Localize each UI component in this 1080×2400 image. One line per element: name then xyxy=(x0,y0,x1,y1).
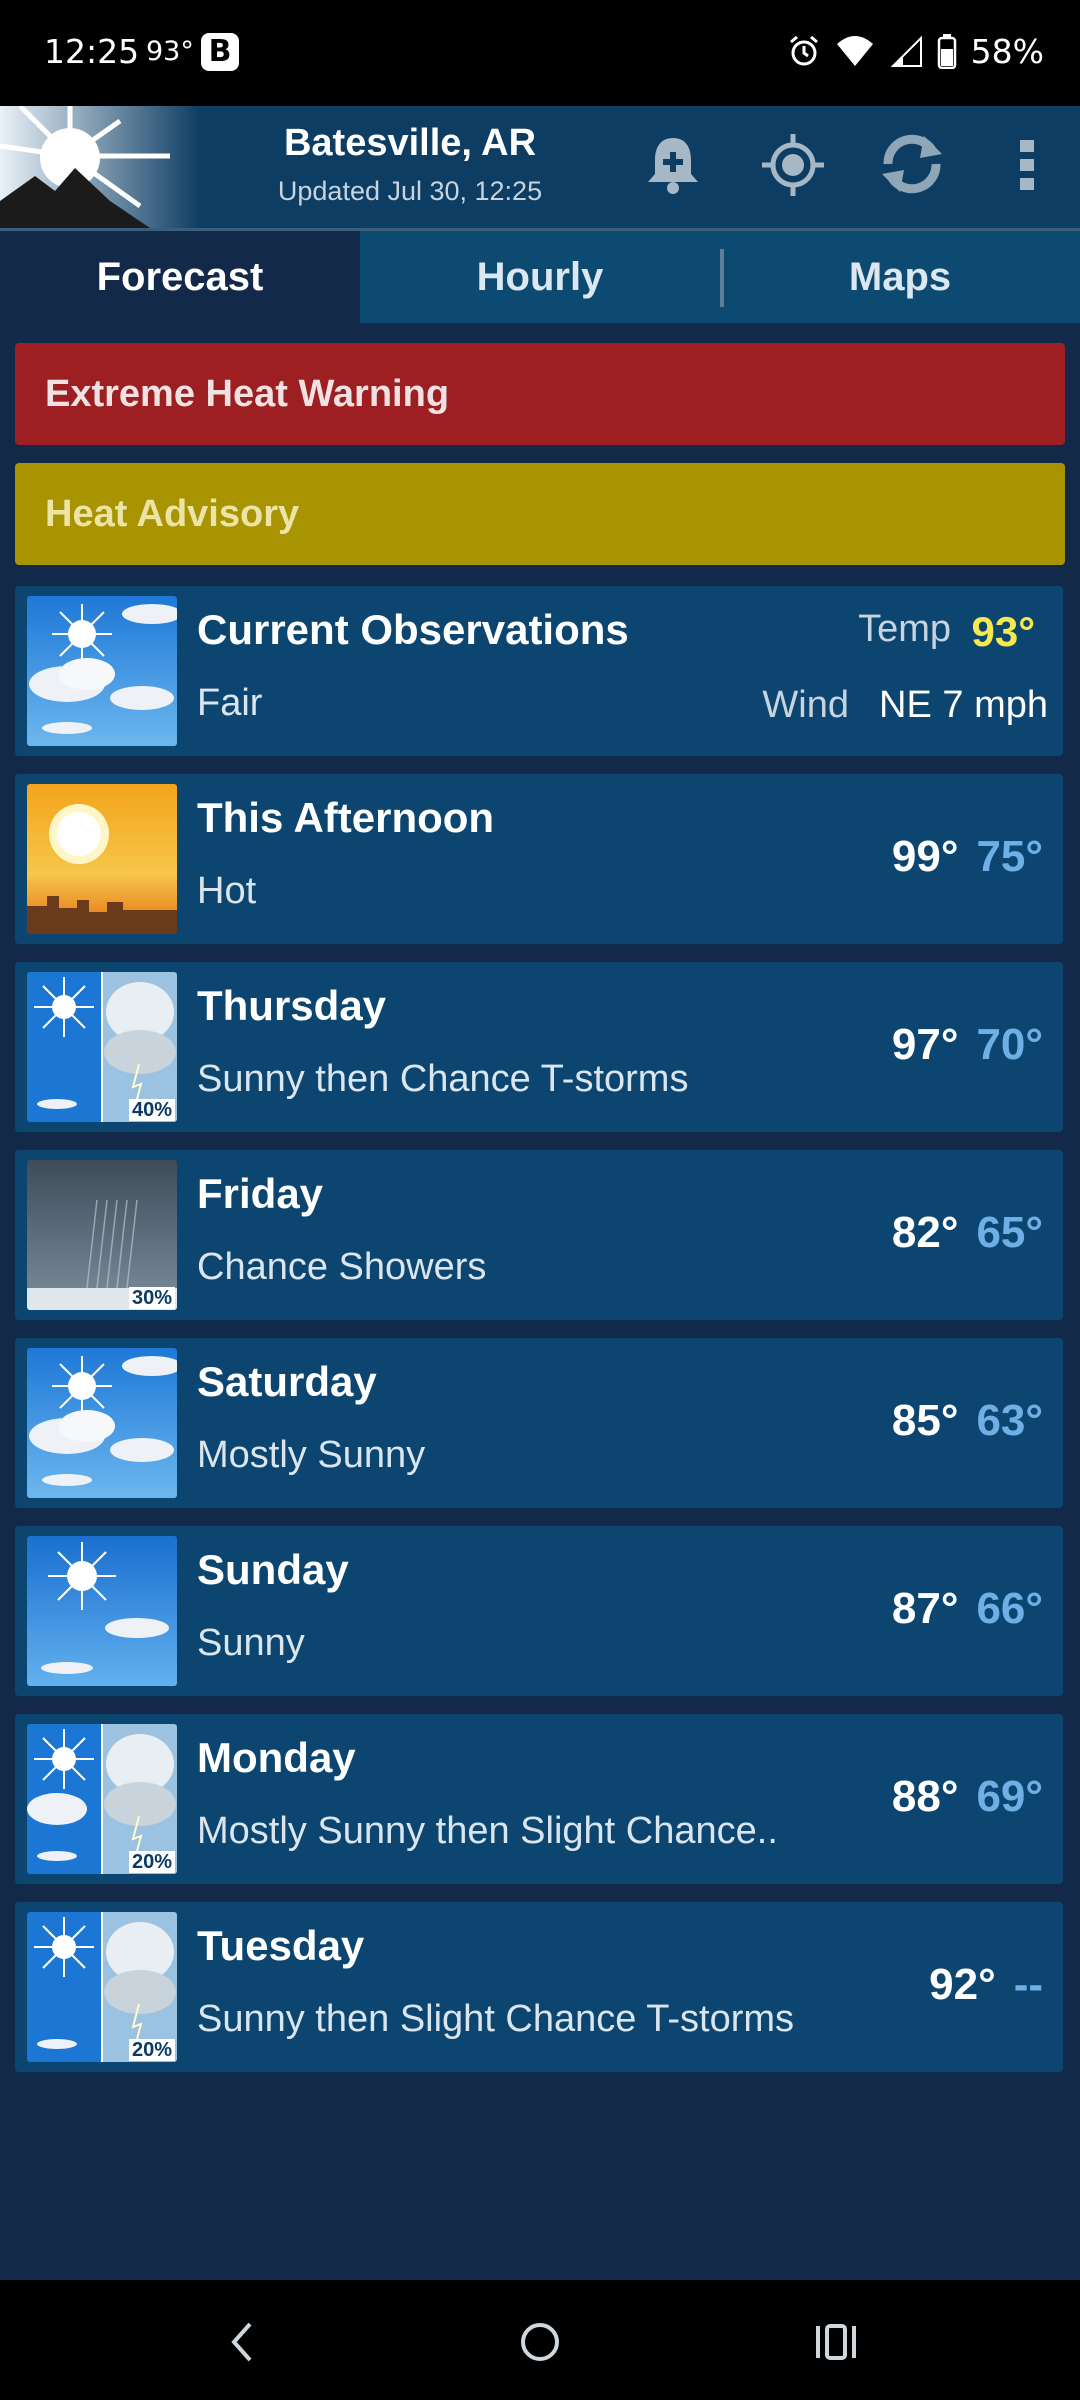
row-description: Sunny xyxy=(197,1622,305,1664)
refresh-icon[interactable] xyxy=(874,126,950,202)
precip-chance: 30% xyxy=(128,1287,175,1309)
high-temp: 97° xyxy=(891,1020,959,1069)
alarm-icon xyxy=(789,35,818,66)
temps: 88° 69° xyxy=(892,1772,1043,1822)
row-title: Saturday xyxy=(197,1358,377,1405)
extreme-heat-warning-alert[interactable]: Extreme Heat Warning xyxy=(15,343,1065,445)
temps: 97° 70° xyxy=(892,1020,1043,1070)
high-temp: 99° xyxy=(891,832,959,881)
mostly-sunny-icon xyxy=(27,1348,177,1498)
app-logo xyxy=(0,106,200,228)
high-temp: 87° xyxy=(891,1584,959,1633)
low-temp: 63° xyxy=(976,1396,1043,1445)
temps: 87° 66° xyxy=(892,1584,1043,1634)
more-icon[interactable] xyxy=(1008,130,1048,200)
tab-label: Forecast xyxy=(96,254,264,299)
low-temp: 70° xyxy=(976,1020,1043,1069)
tab-hourly[interactable]: Hourly xyxy=(360,231,720,323)
status-time: 12:25 xyxy=(44,32,140,71)
row-description: Hot xyxy=(197,870,257,912)
app-header: Batesville, AR Updated Jul 30, 12:25 xyxy=(0,106,1080,231)
row-title: Thursday xyxy=(197,982,387,1029)
temp-label: Temp xyxy=(858,608,951,650)
high-temp: 92° xyxy=(929,1960,996,2009)
low-temp: 75° xyxy=(976,832,1043,881)
row-description: Mostly Sunny xyxy=(197,1434,426,1476)
row-description: Mostly Sunny then Slight Chance.. xyxy=(197,1810,778,1852)
low-temp: -- xyxy=(1013,1960,1043,2009)
row-description: Sunny then Chance T-storms xyxy=(197,1058,689,1100)
battery-icon xyxy=(937,34,956,69)
temps: 99° 75° xyxy=(892,832,1043,882)
row-title: Tuesday xyxy=(197,1922,365,1969)
row-title: Current Observations xyxy=(197,606,629,653)
heat-advisory-alert[interactable]: Heat Advisory xyxy=(15,463,1065,565)
sunny-then-tstorm-icon: 40% xyxy=(27,972,177,1122)
row-description: Chance Showers xyxy=(197,1246,487,1288)
tab-divider xyxy=(720,249,724,307)
add-alert-icon[interactable] xyxy=(638,130,708,200)
location-icon[interactable] xyxy=(758,130,828,200)
showers-icon: 30% xyxy=(27,1160,177,1310)
tab-label: Maps xyxy=(848,254,952,299)
temps: 82° 65° xyxy=(892,1208,1043,1258)
row-description: Fair xyxy=(197,682,263,724)
wifi-icon xyxy=(836,36,873,66)
precip-chance: 20% xyxy=(128,2039,175,2061)
recents-icon[interactable] xyxy=(814,2322,858,2362)
row-title: This Afternoon xyxy=(197,794,495,841)
status-temperature: 93° xyxy=(146,36,194,67)
forecast-row-this-afternoon[interactable]: This Afternoon Hot 99° 75° xyxy=(15,774,1063,944)
forecast-row-sunday[interactable]: Sunday Sunny 87° 66° xyxy=(15,1526,1063,1696)
row-title: Friday xyxy=(197,1170,324,1217)
high-temp: 88° xyxy=(891,1772,959,1821)
sunny-icon xyxy=(27,1536,177,1686)
battery-percent: 58% xyxy=(970,31,1044,71)
row-title: Sunday xyxy=(197,1546,349,1593)
updated-timestamp: Updated Jul 30, 12:25 xyxy=(277,176,543,206)
tab-label: Hourly xyxy=(476,254,604,299)
tab-forecast[interactable]: Forecast xyxy=(0,231,360,323)
home-icon[interactable] xyxy=(518,2320,562,2364)
current-observations-row[interactable]: Current Observations Fair Temp 93° Wind … xyxy=(15,586,1063,756)
precip-chance: 40% xyxy=(128,1099,175,1121)
status-icons: 58% xyxy=(787,30,1044,72)
precip-chance: 20% xyxy=(128,1851,175,1873)
sunny-then-tstorm-icon: 20% xyxy=(27,1912,177,2062)
forecast-row-thursday[interactable]: 40% Thursday Sunny then Chance T-storms … xyxy=(15,962,1063,1132)
location-title[interactable]: Batesville, AR xyxy=(220,122,600,165)
tab-maps[interactable]: Maps xyxy=(720,231,1080,323)
low-temp: 69° xyxy=(976,1772,1043,1821)
high-temp: 85° xyxy=(891,1396,959,1445)
temps: 85° 63° xyxy=(892,1396,1043,1446)
row-description: Sunny then Slight Chance T-storms xyxy=(197,1998,795,2040)
current-temp: 93° xyxy=(971,608,1035,655)
mostly-sunny-icon xyxy=(27,596,177,746)
low-temp: 66° xyxy=(976,1584,1043,1633)
notification-badge: B xyxy=(201,33,239,71)
forecast-row-saturday[interactable]: Saturday Mostly Sunny 85° 63° xyxy=(15,1338,1063,1508)
system-nav-bar xyxy=(0,2280,1080,2400)
wind-label: Wind xyxy=(762,684,849,726)
row-title: Monday xyxy=(197,1734,356,1781)
forecast-row-friday[interactable]: 30% Friday Chance Showers 82° 65° xyxy=(15,1150,1063,1320)
forecast-row-monday[interactable]: 20% Monday Mostly Sunny then Slight Chan… xyxy=(15,1714,1063,1884)
signal-icon xyxy=(890,35,922,67)
mostly-sunny-then-tstorm-icon: 20% xyxy=(27,1724,177,1874)
tab-bar: Forecast Hourly Maps xyxy=(0,231,1080,323)
high-temp: 82° xyxy=(891,1208,959,1257)
back-icon[interactable] xyxy=(222,2320,262,2364)
forecast-row-tuesday[interactable]: 20% Tuesday Sunny then Slight Chance T-s… xyxy=(15,1902,1063,2072)
wind-value: NE 7 mph xyxy=(879,684,1048,726)
temps: 92° -- xyxy=(929,1960,1043,2010)
hot-sun-icon xyxy=(27,784,177,934)
low-temp: 65° xyxy=(976,1208,1043,1257)
status-bar: 12:25 93° B 58% xyxy=(0,0,1080,106)
